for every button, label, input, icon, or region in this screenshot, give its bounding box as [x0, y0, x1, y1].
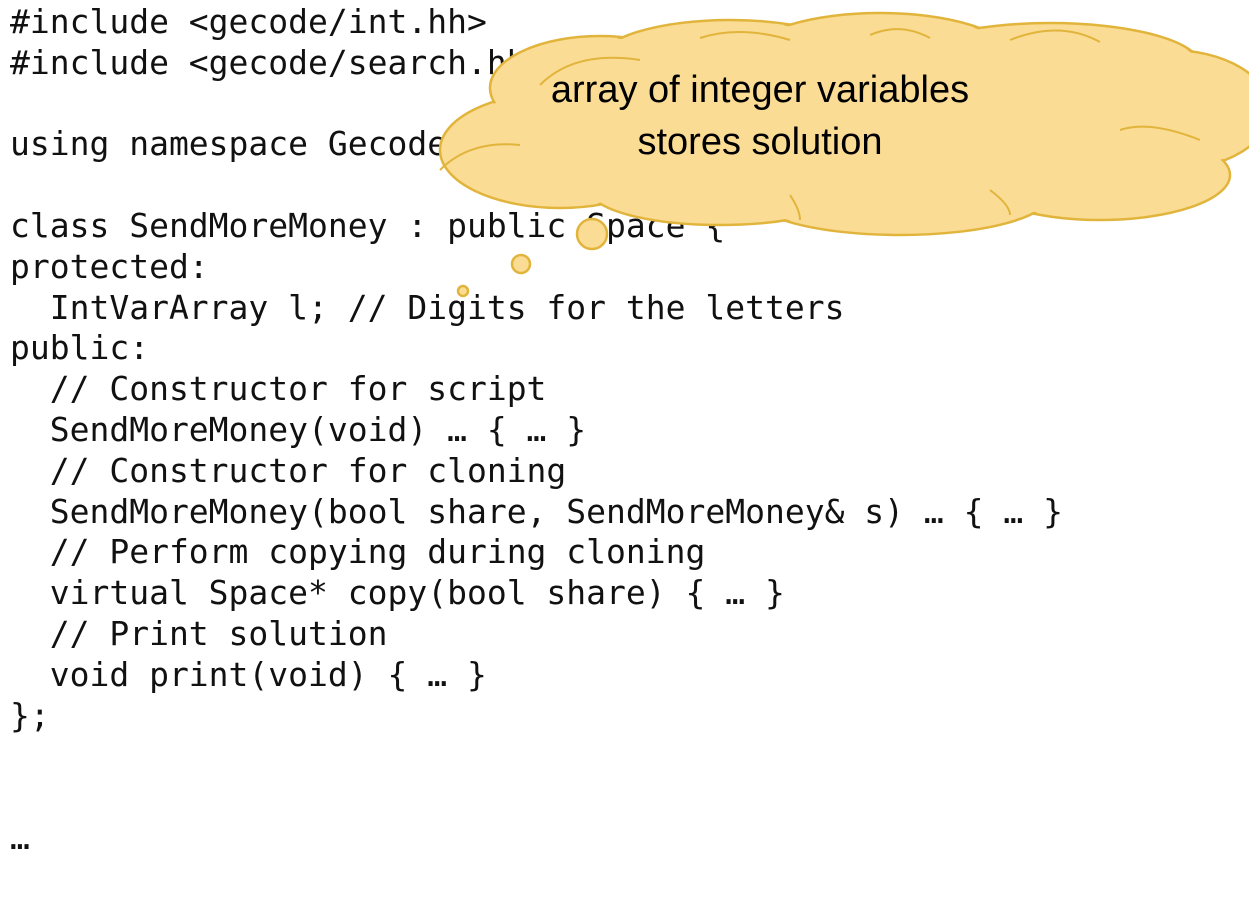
code-line-comment-print: // Print solution: [10, 613, 388, 653]
code-line-protected: protected:: [10, 246, 209, 286]
callout-line-2: stores solution: [637, 121, 883, 163]
code-line-public: public:: [10, 328, 150, 368]
cloud-crease: [1119, 125, 1201, 141]
cloud-puff: [1068, 48, 1249, 172]
code-line-comment-constructor-script: // Constructor for script: [10, 369, 547, 409]
code-line-constructor-cloning: SendMoreMoney(bool share, SendMoreMoney&…: [10, 491, 1063, 531]
code-line-constructor-script: SendMoreMoney(void) … { … }: [10, 409, 587, 449]
code-line-copy-method: virtual Space* copy(bool share) { … }: [10, 573, 785, 613]
code-line-intvararray: IntVarArray l; // Digits for the letters: [10, 287, 845, 327]
code-line-comment-constructor-cloning: // Constructor for cloning: [10, 450, 567, 490]
cloud-puff-fill: [1072, 52, 1249, 168]
code-line-include-int: #include <gecode/int.hh>: [10, 2, 487, 41]
callout-text: array of integer variables stores soluti…: [520, 64, 1000, 168]
callout-line-1: array of integer variables: [550, 69, 970, 111]
slide: #include <gecode/int.hh> #include <gecode…: [0, 0, 1249, 917]
code-line-comment-copying: // Perform copying during cloning: [10, 532, 706, 572]
code-line-class-declaration: class SendMoreMoney : public Space {: [10, 205, 726, 245]
code-line-class-end: };: [10, 695, 50, 735]
code-line-ellipsis: …: [10, 817, 30, 857]
code-line-print-method: void print(void) { … }: [10, 654, 487, 694]
